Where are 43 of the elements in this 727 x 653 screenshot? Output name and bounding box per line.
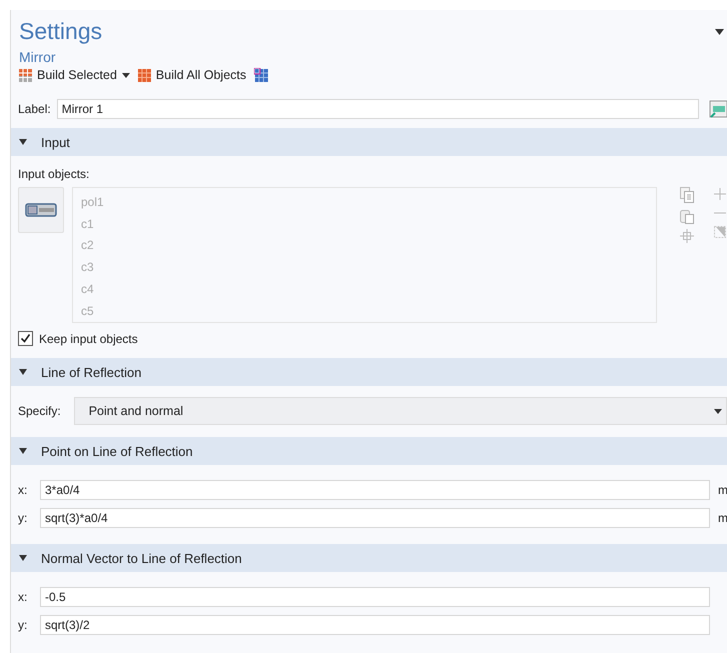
coordinate-label: y:: [18, 618, 28, 632]
section-header[interactable]: Input: [11, 128, 727, 156]
crosshair-icon[interactable]: [680, 229, 694, 243]
build-selected-button[interactable]: Build Selected: [19, 68, 130, 82]
coordinate-label: x:: [18, 483, 28, 497]
plus-icon[interactable]: [714, 187, 726, 201]
copy-icon[interactable]: [680, 187, 694, 203]
coordinate-field[interactable]: 3*a0/4: [40, 480, 710, 500]
checkbox-label: Keep input objects: [39, 332, 138, 346]
coordinate-field[interactable]: -0.5: [40, 587, 710, 607]
section-title: Input: [41, 134, 70, 150]
section-header[interactable]: Point on Line of Reflection: [11, 437, 727, 465]
coordinate-label: y:: [18, 511, 28, 525]
grid-icon: [138, 68, 151, 82]
coordinate-field[interactable]: sqrt(3)*a0/4: [40, 508, 710, 528]
unit-label: m: [718, 511, 727, 525]
comment-icon[interactable]: [709, 100, 727, 118]
coordinate-field[interactable]: sqrt(3)/2: [40, 615, 710, 635]
section-title: Point on Line of Reflection: [41, 444, 193, 458]
section-title: Line of Reflection: [41, 364, 142, 380]
caret-icon: [122, 72, 130, 78]
build-all-button[interactable]: Build All Objects: [138, 68, 246, 82]
input-objects-label: Input objects:: [18, 167, 90, 181]
section-header[interactable]: Normal Vector to Line of Reflection: [11, 544, 727, 572]
node-subtitle: Mirror: [18, 48, 57, 65]
grid-icon[interactable]: [254, 68, 268, 82]
label-label: Label:: [18, 102, 51, 116]
unit-label: m: [718, 483, 727, 497]
coordinate-label: x:: [18, 590, 28, 604]
toggle-icon: [25, 203, 57, 217]
specify-label: Specify:: [18, 404, 61, 418]
caret-icon: [714, 408, 722, 414]
grid-icon: [19, 68, 32, 82]
settings-title: Settings: [19, 18, 102, 45]
selection-toggle-button[interactable]: [18, 187, 64, 233]
label-field[interactable]: Mirror 1: [56, 99, 699, 119]
clear-icon[interactable]: [714, 225, 726, 239]
specify-dropdown[interactable]: Point and normal: [74, 397, 727, 425]
checkbox[interactable]: [18, 331, 33, 346]
paste-icon[interactable]: [680, 208, 694, 224]
section-title: Normal Vector to Line of Reflection: [41, 550, 242, 566]
caret-icon[interactable]: [715, 28, 724, 34]
section-header[interactable]: Line of Reflection: [11, 358, 727, 386]
